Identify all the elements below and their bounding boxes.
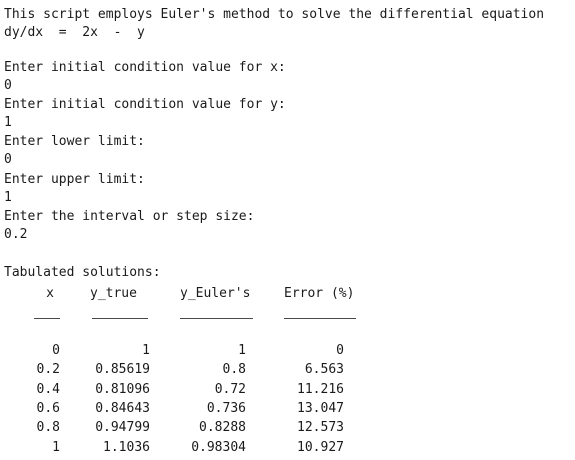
- header-error: Error (%): [284, 286, 355, 301]
- header-y-true: y_true: [90, 286, 137, 301]
- header-x: x: [46, 286, 54, 301]
- table-title: Tabulated solutions:: [4, 265, 161, 280]
- cell-error: 12.573: [297, 420, 344, 436]
- intro-line-2: dy/dx = 2x - y: [4, 25, 145, 40]
- console-output: This script employs Euler's method to so…: [4, 0, 572, 460]
- header-rule-y-euler: [180, 318, 253, 319]
- prompt-value-lower: 0: [4, 152, 12, 167]
- prompt-label-y: Enter initial condition value for y:: [4, 97, 286, 112]
- header-rule-x: [34, 318, 60, 319]
- prompt-label-lower: Enter lower limit:: [4, 134, 145, 149]
- prompt-value-x: 0: [4, 78, 12, 93]
- cell-error: 0: [336, 343, 344, 358]
- cell-error: 10.927: [297, 439, 344, 455]
- cell-error: 6.563: [304, 362, 344, 378]
- prompt-label-step: Enter the interval or step size:: [4, 209, 255, 224]
- prompt-label-x: Enter initial condition value for x:: [4, 60, 286, 75]
- intro-line-1: This script employs Euler's method to so…: [4, 7, 545, 22]
- header-rule-error: [284, 318, 356, 319]
- cell-error: 13.047: [297, 400, 344, 416]
- prompt-value-upper: 1: [4, 190, 12, 205]
- header-y-euler: y_Euler's: [180, 286, 251, 301]
- header-rule-y-true: [92, 318, 148, 319]
- prompt-value-step: 0.2: [4, 227, 28, 242]
- cell-error: 11.216: [297, 381, 344, 397]
- prompt-label-upper: Enter upper limit:: [4, 172, 145, 187]
- prompt-value-y: 1: [4, 115, 12, 130]
